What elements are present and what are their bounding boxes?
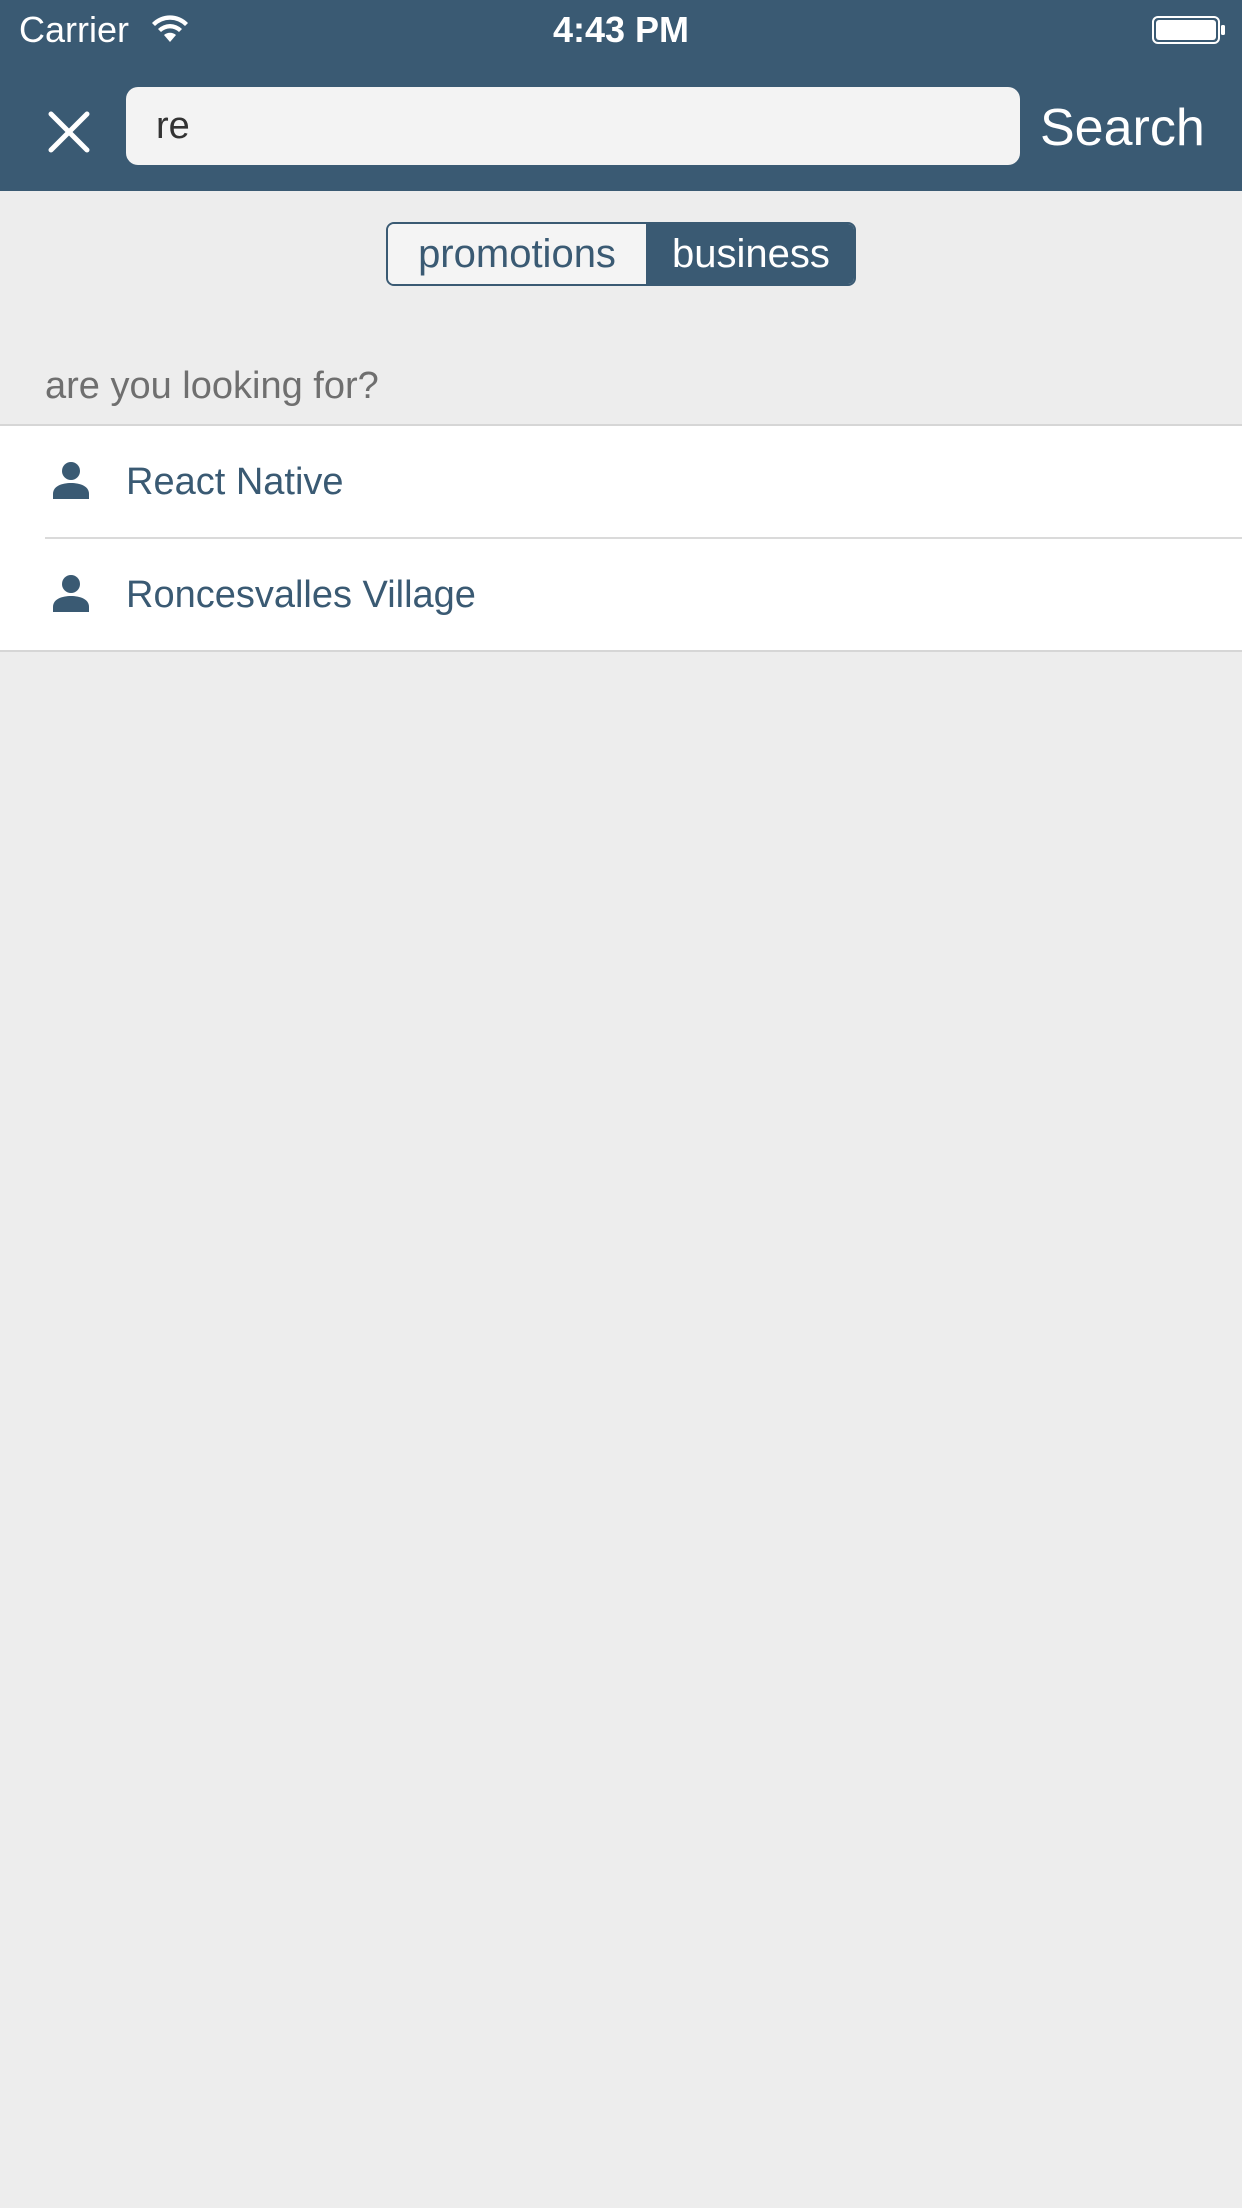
status-bar: Carrier 4:43 PM bbox=[0, 0, 1242, 60]
segment-promotions[interactable]: promotions bbox=[388, 224, 646, 284]
results-list: React Native Roncesvalles Village bbox=[0, 424, 1242, 652]
close-button[interactable] bbox=[34, 97, 104, 167]
section-title: are you looking for? bbox=[45, 365, 379, 407]
status-time: 4:43 PM bbox=[552, 9, 690, 50]
list-item[interactable]: React Native bbox=[0, 426, 1242, 537]
close-icon bbox=[48, 111, 90, 153]
search-input[interactable] bbox=[126, 87, 1020, 165]
segment-business[interactable]: business bbox=[646, 224, 854, 284]
segmented-control: promotions business bbox=[386, 222, 856, 286]
person-icon bbox=[53, 462, 89, 499]
battery-icon bbox=[1152, 16, 1225, 44]
list-item-label: Roncesvalles Village bbox=[126, 574, 476, 616]
list-item[interactable]: Roncesvalles Village bbox=[45, 537, 1242, 650]
person-icon bbox=[53, 575, 89, 612]
search-button[interactable]: Search bbox=[1040, 96, 1205, 160]
list-item-label: React Native bbox=[126, 461, 344, 503]
top-bar: Carrier 4:43 PM Search bbox=[0, 0, 1242, 191]
